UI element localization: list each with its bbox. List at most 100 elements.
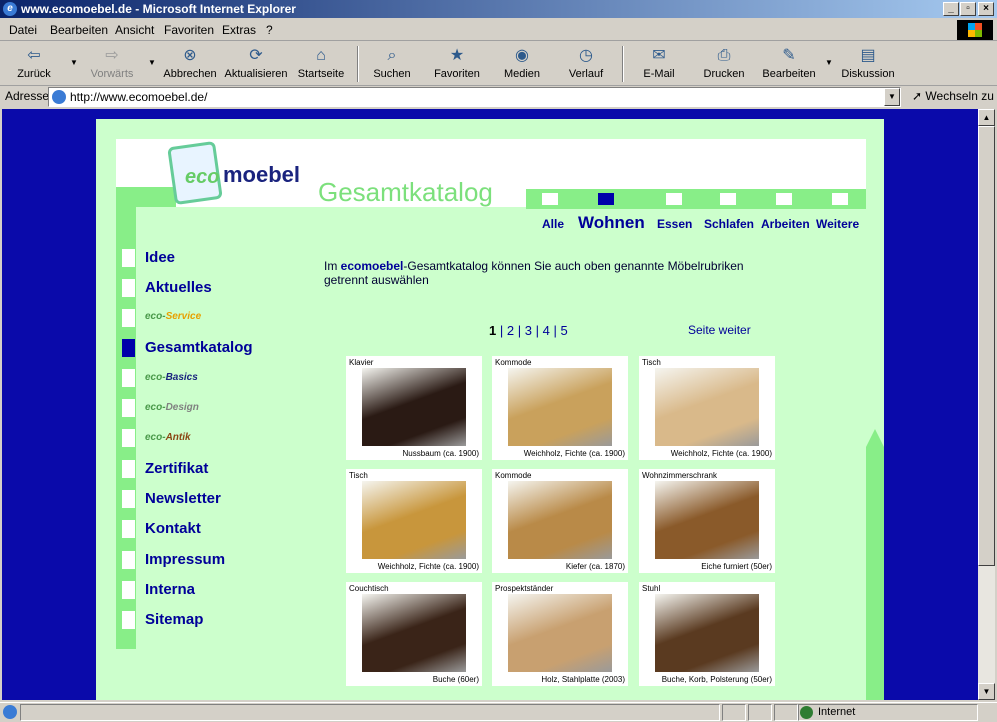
- page-link[interactable]: 5: [561, 323, 568, 338]
- right-green-bar: [866, 447, 884, 700]
- nav-eco-design[interactable]: eco-Design: [145, 402, 199, 413]
- product-card[interactable]: Kommode Weichholz, Fichte (ca. 1900): [492, 356, 628, 460]
- nav-newsletter[interactable]: Newsletter: [145, 490, 221, 507]
- menu-datei[interactable]: Datei: [9, 23, 37, 37]
- vertical-scrollbar[interactable]: ▲ ▼: [978, 109, 995, 700]
- nav-marker: [122, 520, 135, 538]
- category-arbeiten[interactable]: Arbeiten: [761, 217, 810, 231]
- product-photo[interactable]: [655, 481, 759, 559]
- address-dropdown-button[interactable]: ▼: [884, 88, 900, 106]
- nav-aktuelles[interactable]: Aktuelles: [145, 279, 212, 296]
- nav-eco-basics[interactable]: eco-Basics: [145, 372, 198, 383]
- search-icon: ⌕: [387, 47, 397, 64]
- product-photo[interactable]: [362, 368, 466, 446]
- product-photo[interactable]: [508, 368, 612, 446]
- product-card[interactable]: Stuhl Buche, Korb, Polsterung (50er): [639, 582, 775, 686]
- nav-marker: [122, 611, 135, 629]
- product-photo[interactable]: [362, 594, 466, 672]
- category-schlafen[interactable]: Schlafen: [704, 217, 754, 231]
- product-card[interactable]: Couchtisch Buche (60er): [346, 582, 482, 686]
- minimize-button[interactable]: _: [943, 2, 959, 16]
- address-bar: Adresse http://www.ecomoebel.de/ ▼ ➚ Wec…: [0, 87, 997, 107]
- internet-zone-icon: [800, 706, 813, 719]
- mail-button[interactable]: ✉ E-Mail: [640, 46, 678, 80]
- nav-gesamtkatalog[interactable]: Gesamtkatalog: [145, 339, 253, 356]
- go-button[interactable]: ➚ Wechseln zu: [912, 89, 994, 103]
- page-link[interactable]: 2: [507, 323, 514, 338]
- product-caption: Buche (60er): [432, 675, 479, 684]
- product-photo[interactable]: [362, 481, 466, 559]
- product-caption: Buche, Korb, Polsterung (50er): [661, 675, 772, 684]
- window-title: www.ecomoebel.de - Microsoft Internet Ex…: [21, 2, 296, 16]
- scroll-up-button[interactable]: ▲: [978, 109, 995, 126]
- favorites-button[interactable]: ★ Favoriten: [430, 46, 484, 80]
- page-link[interactable]: 3: [525, 323, 532, 338]
- close-button[interactable]: ×: [978, 2, 994, 16]
- media-button[interactable]: ◉ Medien: [500, 46, 544, 80]
- product-card[interactable]: Klavier Nussbaum (ca. 1900): [346, 356, 482, 460]
- menu-bearbeiten[interactable]: Bearbeiten: [50, 23, 108, 37]
- back-button[interactable]: ⇦ Zurück: [14, 46, 54, 80]
- logo-moebel-text: moebel: [223, 162, 301, 187]
- forward-button[interactable]: ⇨ Vorwärts: [88, 46, 136, 80]
- nav-idee[interactable]: Idee: [145, 249, 175, 266]
- nav-kontakt[interactable]: Kontakt: [145, 520, 201, 537]
- category-box-alle[interactable]: [542, 193, 558, 205]
- product-card[interactable]: Wohnzimmerschrank Eiche furniert (50er): [639, 469, 775, 573]
- nav-sitemap[interactable]: Sitemap: [145, 611, 203, 628]
- restore-button[interactable]: ▫: [960, 2, 976, 16]
- category-box-wohnen[interactable]: [598, 193, 614, 205]
- product-photo[interactable]: [508, 481, 612, 559]
- scroll-thumb[interactable]: [978, 126, 995, 566]
- product-photo[interactable]: [508, 594, 612, 672]
- product-caption: Weichholz, Fichte (ca. 1900): [377, 562, 479, 571]
- product-photo[interactable]: [655, 368, 759, 446]
- nav-zertifikat[interactable]: Zertifikat: [145, 460, 208, 477]
- category-alle[interactable]: Alle: [542, 217, 564, 231]
- category-wohnen[interactable]: Wohnen: [578, 213, 645, 233]
- right-arrow-tip: [866, 429, 884, 447]
- next-page-link[interactable]: Seite weiter: [688, 323, 751, 337]
- menu-help[interactable]: ?: [266, 23, 273, 37]
- back-dropdown[interactable]: ▼: [70, 58, 78, 67]
- page-link[interactable]: 4: [543, 323, 550, 338]
- product-card[interactable]: Tisch Weichholz, Fichte (ca. 1900): [346, 469, 482, 573]
- history-button[interactable]: ◷ Verlauf: [564, 46, 608, 80]
- category-essen[interactable]: Essen: [657, 217, 692, 231]
- refresh-button[interactable]: ⟳ Aktualisieren: [224, 46, 288, 80]
- nav-interna[interactable]: Interna: [145, 581, 195, 598]
- product-name: Wohnzimmerschrank: [642, 471, 717, 480]
- product-card[interactable]: Prospektständer Holz, Stahlplatte (2003): [492, 582, 628, 686]
- menu-bar: Datei Bearbeiten Ansicht Favoriten Extra…: [0, 19, 997, 41]
- ecomoebel-logo[interactable]: eco moebel: [167, 140, 300, 214]
- product-caption: Kiefer (ca. 1870): [565, 562, 625, 571]
- forward-dropdown[interactable]: ▼: [148, 58, 156, 67]
- category-box-arbeiten[interactable]: [776, 193, 792, 205]
- nav-eco-service[interactable]: eco-Service: [145, 311, 201, 322]
- toolbar-separator: [622, 46, 624, 82]
- stop-button[interactable]: ⊗ Abbrechen: [162, 46, 218, 80]
- category-box-essen[interactable]: [666, 193, 682, 205]
- nav-eco-antik[interactable]: eco-Antik: [145, 432, 191, 443]
- edit-button[interactable]: ✎ Bearbeiten: [760, 46, 818, 80]
- stop-icon: ⊗: [183, 47, 197, 64]
- scroll-down-button[interactable]: ▼: [978, 683, 995, 700]
- menu-ansicht[interactable]: Ansicht: [115, 23, 154, 37]
- product-name: Tisch: [349, 471, 368, 480]
- category-box-weitere[interactable]: [832, 193, 848, 205]
- address-url[interactable]: http://www.ecomoebel.de/: [70, 90, 207, 104]
- product-card[interactable]: Kommode Kiefer (ca. 1870): [492, 469, 628, 573]
- print-button[interactable]: ⎙ Drucken: [700, 46, 748, 80]
- menu-extras[interactable]: Extras: [222, 23, 256, 37]
- product-card[interactable]: Tisch Weichholz, Fichte (ca. 1900): [639, 356, 775, 460]
- address-input[interactable]: http://www.ecomoebel.de/ ▼: [48, 87, 901, 107]
- search-button[interactable]: ⌕ Suchen: [370, 46, 414, 80]
- nav-impressum[interactable]: Impressum: [145, 551, 225, 568]
- product-photo[interactable]: [655, 594, 759, 672]
- category-box-schlafen[interactable]: [720, 193, 736, 205]
- category-weitere[interactable]: Weitere: [816, 217, 859, 231]
- menu-favoriten[interactable]: Favoriten: [164, 23, 214, 37]
- discuss-button[interactable]: ▤ Diskussion: [838, 46, 898, 80]
- edit-dropdown[interactable]: ▼: [825, 58, 833, 67]
- home-button[interactable]: ⌂ Startseite: [296, 46, 346, 80]
